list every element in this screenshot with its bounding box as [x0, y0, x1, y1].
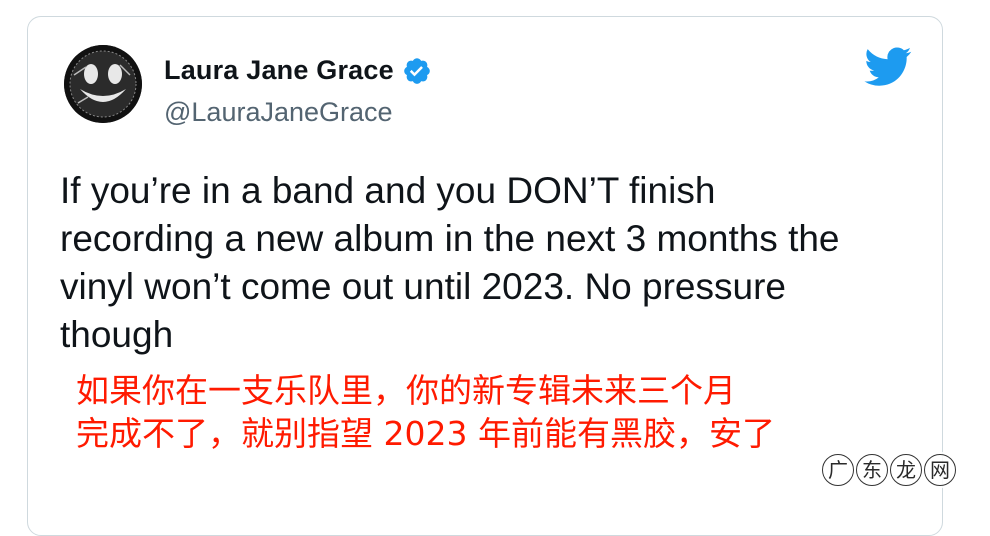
tweet-text: If you’re in a band and you DON’T finish… — [60, 167, 920, 359]
author-name-row: Laura Jane Grace — [164, 55, 432, 86]
twitter-bird-icon[interactable] — [864, 47, 912, 87]
smiley-face-avatar-icon — [64, 45, 142, 123]
site-watermark: 广 东 龙 网 — [818, 452, 960, 488]
tweet-card[interactable]: Laura Jane Grace @LauraJaneGrace If you’… — [27, 16, 943, 536]
watermark-char: 网 — [924, 454, 956, 486]
watermark-char: 广 — [822, 454, 854, 486]
verified-badge-icon — [402, 56, 432, 86]
author-handle[interactable]: @LauraJaneGrace — [164, 97, 393, 128]
watermark-char: 东 — [856, 454, 888, 486]
avatar[interactable] — [64, 45, 142, 123]
watermark-char: 龙 — [890, 454, 922, 486]
author-display-name[interactable]: Laura Jane Grace — [164, 55, 394, 86]
chinese-translation-caption: 如果你在一支乐队里，你的新专辑未来三个月 完成不了，就别指望 2023 年前能有… — [76, 369, 896, 455]
